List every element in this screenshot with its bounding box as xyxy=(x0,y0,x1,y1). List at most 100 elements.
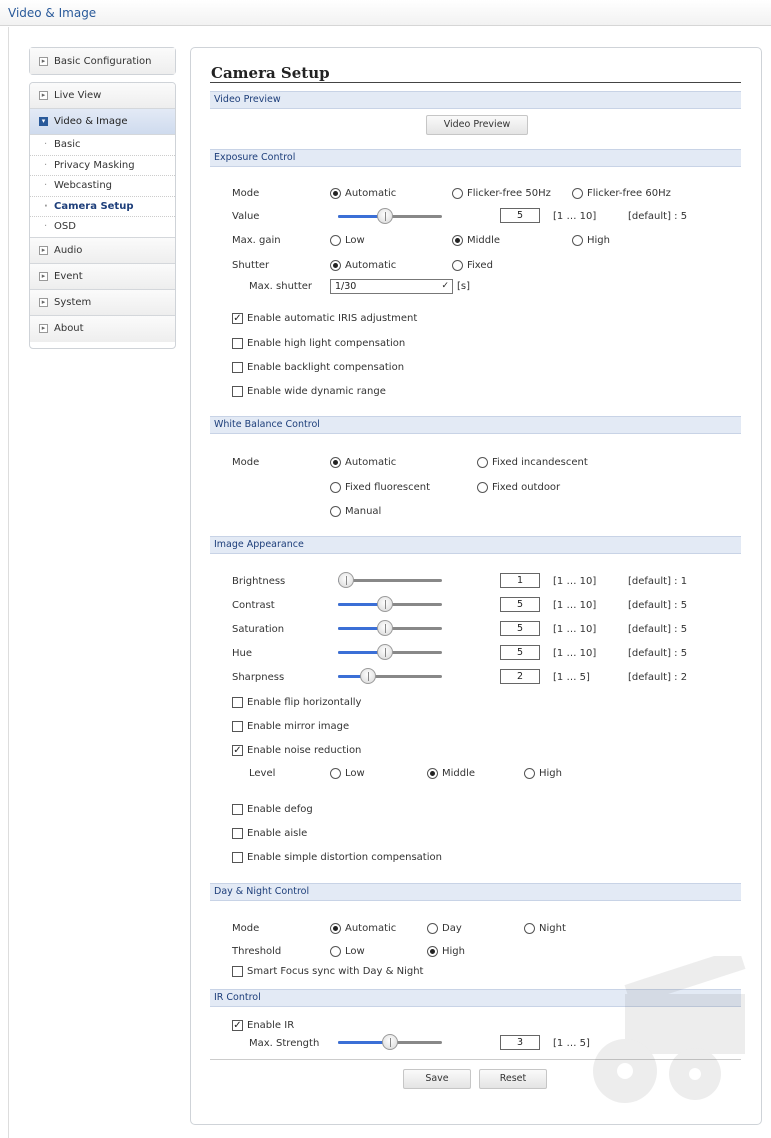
wb-fixed-fluorescent-radio[interactable]: Fixed fluorescent xyxy=(330,482,430,493)
aisle-checkbox[interactable]: Enable aisle xyxy=(232,828,307,839)
exposure-value-slider[interactable] xyxy=(338,206,442,226)
radio-label: Fixed fluorescent xyxy=(345,482,431,493)
video-preview-button[interactable]: Video Preview xyxy=(426,115,528,135)
save-button[interactable]: Save xyxy=(403,1069,471,1089)
nr-level-low-radio[interactable]: Low xyxy=(330,768,365,779)
wdr-checkbox[interactable]: Enable wide dynamic range xyxy=(232,386,386,397)
slider-handle[interactable] xyxy=(377,208,393,224)
sidebar-item-system[interactable]: ▸ System xyxy=(30,289,175,316)
nr-level-middle-radio[interactable]: Middle xyxy=(427,768,475,779)
sidebar-subitem-basic[interactable]: · Basic xyxy=(30,135,175,156)
radio-label: Low xyxy=(345,235,365,246)
radio-label: Middle xyxy=(467,235,501,246)
wb-manual-radio[interactable]: Manual xyxy=(330,506,381,517)
sidebar-subitem-camera-setup[interactable]: · Camera Setup xyxy=(30,197,175,217)
maxgain-high-radio[interactable]: High xyxy=(572,235,610,246)
radio-label: Fixed outdoor xyxy=(492,482,561,493)
radio-label: Flicker-free 50Hz xyxy=(467,188,551,199)
shutter-fixed-radio[interactable]: Fixed xyxy=(452,260,493,271)
highlight-checkbox[interactable]: Enable high light compensation xyxy=(232,338,405,349)
dn-automatic-radio[interactable]: Automatic xyxy=(330,923,396,934)
ir-strength-slider[interactable] xyxy=(338,1032,442,1052)
backlight-checkbox[interactable]: Enable backlight compensation xyxy=(232,362,404,373)
wb-automatic-radio[interactable]: Automatic xyxy=(330,457,396,468)
maxgain-middle-radio[interactable]: Middle xyxy=(452,235,500,246)
wb-fixed-incandescent-radio[interactable]: Fixed incandescent xyxy=(477,457,588,468)
exposure-value-input[interactable]: 5 xyxy=(500,208,540,223)
wb-fixed-outdoor-radio[interactable]: Fixed outdoor xyxy=(477,482,560,493)
brightness-range: [1 … 10] xyxy=(553,576,597,587)
hue-default: [default] : 5 xyxy=(628,648,688,659)
checkbox-box: ✓ xyxy=(232,313,243,324)
contrast-input[interactable]: 5 xyxy=(500,597,540,612)
sharpness-input[interactable]: 2 xyxy=(500,669,540,684)
reset-button[interactable]: Reset xyxy=(479,1069,547,1089)
radio-circle xyxy=(427,923,438,934)
saturation-input[interactable]: 5 xyxy=(500,621,540,636)
sidebar-item-event[interactable]: ▸ Event xyxy=(30,263,175,290)
radio-circle xyxy=(330,457,341,468)
contrast-slider[interactable] xyxy=(338,594,442,614)
sidebar-item-label: System xyxy=(54,296,92,308)
checkbox-box xyxy=(232,362,243,373)
threshold-low-radio[interactable]: Low xyxy=(330,946,365,957)
brightness-input[interactable]: 1 xyxy=(500,573,540,588)
saturation-slider[interactable] xyxy=(338,618,442,638)
sidebar-subitem-osd[interactable]: · OSD xyxy=(30,217,175,238)
radio-label: Automatic xyxy=(345,457,397,468)
slider-handle[interactable] xyxy=(338,572,354,588)
sidebar-subitem-privacy-masking[interactable]: · Privacy Masking xyxy=(30,156,175,176)
exposure-mode-automatic-radio[interactable]: Automatic xyxy=(330,188,396,199)
radio-circle xyxy=(572,235,583,246)
hue-slider[interactable] xyxy=(338,642,442,662)
brightness-slider[interactable] xyxy=(338,570,442,590)
dn-day-radio[interactable]: Day xyxy=(427,923,462,934)
radio-label: Fixed xyxy=(467,260,493,271)
sidebar-group-main: ▸ Live View ▾ Video & Image · Basic · Priv… xyxy=(29,82,176,349)
shutter-automatic-radio[interactable]: Automatic xyxy=(330,260,396,271)
ir-strength-input[interactable]: 3 xyxy=(500,1035,540,1050)
slider-handle[interactable] xyxy=(377,620,393,636)
sidebar-item-basic-configuration[interactable]: ▸ Basic Configuration xyxy=(30,48,175,74)
smart-focus-checkbox[interactable]: Smart Focus sync with Day & Night xyxy=(232,966,423,977)
exposure-mode-flicker60-radio[interactable]: Flicker-free 60Hz xyxy=(572,188,671,199)
section-header-image-appearance: Image Appearance xyxy=(210,536,741,554)
slider-handle[interactable] xyxy=(360,668,376,684)
sidebar-item-audio[interactable]: ▸ Audio xyxy=(30,237,175,264)
hue-input[interactable]: 5 xyxy=(500,645,540,660)
slider-handle[interactable] xyxy=(382,1034,398,1050)
checkbox-label: Enable noise reduction xyxy=(247,745,362,756)
enable-ir-checkbox[interactable]: ✓ Enable IR xyxy=(232,1020,294,1031)
section-header-exposure: Exposure Control xyxy=(210,149,741,167)
distortion-checkbox[interactable]: Enable simple distortion compensation xyxy=(232,852,442,863)
radio-circle xyxy=(330,768,341,779)
slider-fill xyxy=(338,215,379,218)
exposure-mode-flicker50-radio[interactable]: Flicker-free 50Hz xyxy=(452,188,551,199)
sidebar-subitem-label: Camera Setup xyxy=(54,200,134,212)
expand-icon: ▸ xyxy=(39,324,48,333)
maxshutter-value: 1/30 xyxy=(335,281,357,292)
defog-checkbox[interactable]: Enable defog xyxy=(232,804,313,815)
iris-checkbox[interactable]: ✓ Enable automatic IRIS adjustment xyxy=(232,313,417,324)
radio-label: Manual xyxy=(345,506,382,517)
sidebar-item-about[interactable]: ▸ About xyxy=(30,315,175,342)
sidebar-item-video-image[interactable]: ▾ Video & Image xyxy=(30,109,175,135)
noise-reduction-checkbox[interactable]: ✓ Enable noise reduction xyxy=(232,745,361,756)
slider-handle[interactable] xyxy=(377,644,393,660)
mirror-checkbox[interactable]: Enable mirror image xyxy=(232,721,349,732)
dn-night-radio[interactable]: Night xyxy=(524,923,566,934)
slider-handle[interactable] xyxy=(377,596,393,612)
nr-level-high-radio[interactable]: High xyxy=(524,768,562,779)
expand-icon: ▸ xyxy=(39,271,48,281)
chevron-down-icon: ✓ xyxy=(441,281,449,291)
film-reel-watermark-icon xyxy=(593,956,746,1103)
sidebar-subitem-webcasting[interactable]: · Webcasting xyxy=(30,176,175,197)
sharpness-slider[interactable] xyxy=(338,666,442,686)
maxshutter-select[interactable]: 1/30 ✓ xyxy=(330,279,453,294)
flip-checkbox[interactable]: Enable flip horizontally xyxy=(232,697,361,708)
threshold-high-radio[interactable]: High xyxy=(427,946,465,957)
sidebar-item-live-view[interactable]: ▸ Live View xyxy=(30,83,175,109)
maxgain-low-radio[interactable]: Low xyxy=(330,235,365,246)
saturation-label: Saturation xyxy=(232,624,285,635)
checkbox-label: Enable mirror image xyxy=(247,721,350,732)
